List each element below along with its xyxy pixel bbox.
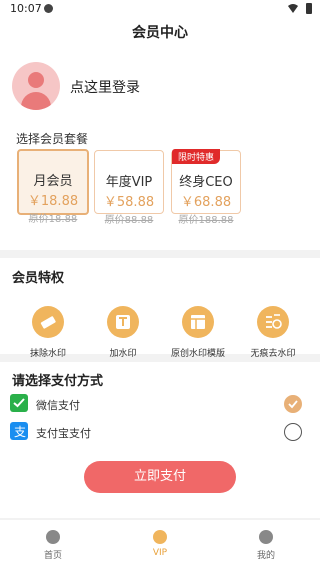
alipay-radio[interactable] [284, 423, 302, 441]
plan-card-lifetime[interactable]: 限时特惠 终身CEO ￥68.88 原价188.88 [171, 149, 241, 226]
privilege-label: 无痕去水印 [250, 349, 296, 359]
battery-icon [306, 3, 312, 14]
remove-watermark-icon [257, 306, 289, 338]
privilege-label: 抹除水印 [29, 349, 66, 359]
pay-now-button[interactable]: 立即支付 [84, 461, 236, 493]
avatar[interactable] [12, 62, 60, 110]
page-title: 会员中心 [0, 18, 320, 48]
plan-original-price: 原价188.88 [178, 215, 234, 226]
payment-method-alipay[interactable]: 支 支付宝支付 [10, 422, 310, 442]
alipay-icon: 支 [10, 422, 28, 440]
text-t-icon [107, 306, 139, 338]
plan-original-price: 原价18.88 [28, 214, 78, 225]
status-bar: 10:07 [0, 0, 320, 18]
eraser-icon [32, 306, 64, 338]
privilege-erase-watermark[interactable]: 抹除水印 [8, 306, 88, 359]
template-icon [182, 306, 214, 338]
plans-title: 选择会员套餐 [16, 132, 89, 146]
avatar-body-icon [21, 92, 51, 110]
plan-name: 月会员 [33, 174, 73, 189]
user-icon [259, 530, 273, 544]
payment-label: 微信支付 [36, 399, 80, 412]
plan-card-yearly[interactable]: 年度VIP ￥58.88 原价88.88 [94, 150, 164, 226]
privilege-label: 加水印 [109, 349, 137, 359]
plan-original-price: 原价88.88 [104, 215, 154, 226]
tab-home[interactable]: 首页 [23, 530, 83, 561]
tab-label: 首页 [43, 551, 62, 561]
bottom-tab-bar: 首页 VIP 我的 [0, 520, 320, 569]
notification-icon [44, 4, 53, 13]
plan-name: 终身CEO [179, 175, 233, 190]
plan-card-monthly[interactable]: 月会员 ￥18.88 原价18.88 [17, 149, 89, 225]
tab-vip[interactable]: VIP [130, 530, 190, 558]
plan-price: ￥18.88 [27, 194, 79, 209]
profile-section: 点这里登录 选择会员套餐 月会员 ￥18.88 原价18.88 年度VIP ￥5… [0, 48, 320, 250]
payment-method-wechat[interactable]: 微信支付 [10, 394, 310, 414]
privilege-label: 原创水印模版 [170, 349, 225, 359]
home-icon [46, 530, 60, 544]
tab-mine[interactable]: 我的 [236, 530, 296, 561]
wechat-radio[interactable] [284, 395, 302, 413]
wechat-icon [10, 394, 28, 412]
privileges-title: 会员特权 [12, 271, 65, 286]
privilege-template[interactable]: 原创水印模版 [158, 306, 238, 359]
payment-label: 支付宝支付 [36, 427, 91, 440]
status-time: 10:07 [10, 2, 42, 15]
plan-price: ￥58.88 [103, 195, 155, 210]
svg-text:支: 支 [14, 425, 26, 439]
promo-badge: 限时特惠 [172, 149, 221, 164]
plan-name: 年度VIP [105, 175, 153, 190]
privilege-add-watermark[interactable]: 加水印 [83, 306, 163, 359]
privileges-section: 会员特权 抹除水印 加水印 原创水印模版 无痕去水印 [0, 258, 320, 359]
payment-section: 请选择支付方式 微信支付 支 支付宝支付 [0, 362, 320, 518]
tab-label: VIP [152, 548, 168, 558]
privilege-remove-watermark[interactable]: 无痕去水印 [233, 306, 313, 359]
plan-price: ￥68.88 [180, 195, 232, 210]
login-link[interactable]: 点这里登录 [70, 77, 140, 97]
avatar-head-icon [28, 72, 44, 88]
payment-title: 请选择支付方式 [12, 374, 104, 389]
vip-crown-icon [153, 530, 167, 544]
tab-label: 我的 [256, 551, 275, 561]
wifi-icon [288, 4, 298, 13]
